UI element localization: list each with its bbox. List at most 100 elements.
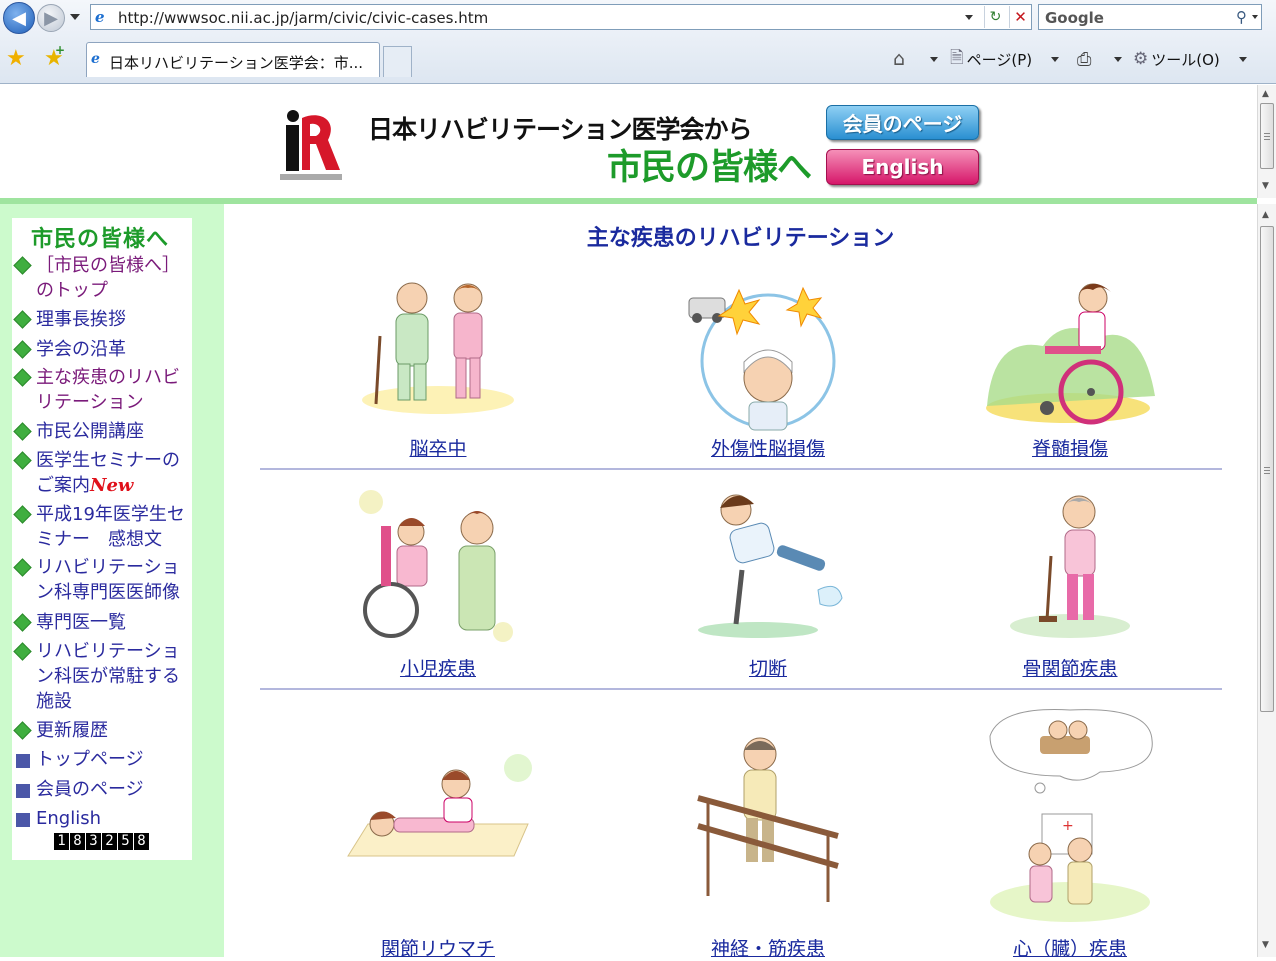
diamond-bullet-icon: [13, 368, 32, 387]
url-text[interactable]: http://wwwsoc.nii.ac.jp/jarm/civic/civic…: [118, 9, 488, 27]
search-dropdown-icon[interactable]: [1252, 15, 1258, 19]
sidebar-item-label[interactable]: 主な疾患のリハビリテーション: [36, 365, 190, 415]
address-bar[interactable]: e http://wwwsoc.nii.ac.jp/jarm/civic/civ…: [90, 4, 1032, 30]
square-bullet-icon: [16, 813, 30, 827]
tools-menu[interactable]: ⚙ ツール(O): [1133, 47, 1220, 71]
back-button[interactable]: ◀: [3, 2, 35, 34]
disease-link[interactable]: 切断: [618, 654, 918, 681]
scroll-down-icon[interactable]: ▼: [1262, 940, 1269, 950]
tools-dropdown-icon[interactable]: [1239, 57, 1247, 62]
sidebar-item-label[interactable]: 学会の沿革: [36, 337, 190, 362]
disease-cell-neuromuscular[interactable]: 神経・筋疾患: [618, 706, 918, 960]
history-dropdown-icon[interactable]: [70, 14, 80, 20]
sidebar-link-label[interactable]: トップページ: [36, 747, 190, 772]
gear-icon: ⚙: [1133, 49, 1149, 69]
row-divider: [260, 688, 1222, 690]
neuromuscular-illustration[interactable]: [688, 706, 848, 906]
sidebar: 市民の皆様へ ［市民の皆様へ］のトップ 理事長挨拶 学会の沿革 主な疾患のリハビ…: [0, 204, 224, 957]
sidebar-title: 市民の皆様へ: [31, 227, 170, 252]
add-favorites-icon[interactable]: ★ +: [44, 43, 65, 71]
sidebar-panel: 市民の皆様へ ［市民の皆様へ］のトップ 理事長挨拶 学会の沿革 主な疾患のリハビ…: [12, 218, 192, 860]
jarm-logo: [280, 110, 342, 180]
disease-cell-amputation[interactable]: 切断: [618, 486, 918, 686]
favorites-star-icon[interactable]: ★: [6, 46, 26, 71]
disease-cell-pediatric[interactable]: 小児疾患: [288, 486, 588, 686]
disease-link[interactable]: 骨関節疾患: [920, 654, 1220, 681]
amputation-illustration[interactable]: [688, 486, 848, 646]
disease-link[interactable]: 脊髄損傷: [920, 434, 1220, 461]
counter-digit: 8: [134, 833, 149, 850]
page-menu[interactable]: 🗎 ページ(P): [950, 47, 1032, 71]
disease-cell-spinal-cord[interactable]: 脊髄損傷: [920, 276, 1220, 466]
main-content: 主な疾患のリハビリテーション 脳卒中 外傷性脳損傷 脊髄損傷 小児疾患 切断 骨…: [224, 204, 1257, 960]
svg-text:+: +: [1062, 818, 1074, 834]
stop-icon[interactable]: ✕: [1009, 6, 1031, 28]
spinal-cord-injury-illustration[interactable]: [983, 276, 1158, 426]
sidebar-item-label[interactable]: 市民公開講座: [36, 419, 190, 444]
english-button[interactable]: English: [826, 149, 979, 185]
home-dropdown-icon[interactable]: [930, 57, 938, 62]
diamond-bullet-icon: [13, 558, 32, 577]
new-tab-button[interactable]: [383, 46, 412, 77]
back-arrow-icon: ◀: [12, 7, 26, 29]
scrollbar-thumb[interactable]: [1260, 103, 1274, 169]
sidebar-link-label[interactable]: 会員のページ: [36, 777, 190, 802]
address-dropdown-icon[interactable]: [965, 15, 973, 20]
disease-link[interactable]: 外傷性脳損傷: [618, 434, 918, 461]
rheumatoid-illustration[interactable]: [338, 706, 538, 906]
disease-link[interactable]: 脳卒中: [288, 434, 588, 461]
print-icon[interactable]: ⎙: [1077, 47, 1091, 71]
diamond-bullet-icon: [13, 721, 32, 740]
stroke-illustration[interactable]: [358, 276, 518, 416]
scroll-up-icon[interactable]: ▲: [1262, 89, 1269, 99]
pediatric-illustration[interactable]: [353, 486, 523, 646]
scroll-up-icon[interactable]: ▲: [1262, 210, 1269, 220]
page-icon: 🗎: [950, 47, 964, 68]
row-divider: [260, 468, 1222, 470]
diamond-bullet-icon: [13, 642, 32, 661]
sidebar-item-label[interactable]: 更新履歴: [36, 718, 190, 743]
disease-link[interactable]: 小児疾患: [288, 654, 588, 681]
page-title: 主な疾患のリハビリテーション: [586, 226, 895, 251]
disease-cell-bone-joint[interactable]: 骨関節疾患: [920, 486, 1220, 686]
scroll-down-icon[interactable]: ▼: [1262, 181, 1269, 191]
forward-button[interactable]: ▶: [37, 4, 65, 32]
disease-cell-stroke[interactable]: 脳卒中: [288, 276, 588, 466]
search-icon[interactable]: ⚲: [1236, 8, 1247, 26]
sidebar-item-label[interactable]: 平成19年医学生セミナー 感想文: [36, 502, 190, 552]
refresh-icon[interactable]: ↻: [984, 6, 1006, 28]
disease-cell-heart[interactable]: + 心（臓）疾患: [920, 706, 1220, 960]
header-scrollbar[interactable]: ▲ ▼: [1257, 85, 1276, 198]
disease-cell-rheumatoid[interactable]: 関節リウマチ: [288, 706, 588, 960]
sidebar-item-label[interactable]: 専門医一覧: [36, 610, 190, 635]
member-page-button[interactable]: 会員のページ: [826, 105, 979, 140]
home-icon[interactable]: ⌂: [893, 47, 917, 71]
bone-joint-illustration[interactable]: [995, 486, 1145, 646]
print-dropdown-icon[interactable]: [1114, 57, 1122, 62]
diamond-bullet-icon: [13, 422, 32, 441]
sidebar-item-label-wrap[interactable]: 医学生セミナーのご案内New: [36, 448, 190, 498]
brain-injury-illustration[interactable]: [683, 276, 853, 431]
disease-cell-brain-injury[interactable]: 外傷性脳損傷: [618, 276, 918, 466]
tab-current[interactable]: e 日本リハビリテーション医学会：市...: [86, 42, 380, 77]
page-dropdown-icon[interactable]: [1051, 57, 1059, 62]
square-bullet-icon: [16, 784, 30, 798]
search-input[interactable]: Google ⚲: [1038, 4, 1262, 30]
sidebar-item-label[interactable]: ［市民の皆様へ］のトップ: [36, 253, 190, 303]
sidebar-item-label[interactable]: リハビリテーション科医が常駐する施設: [36, 639, 190, 714]
diamond-bullet-icon: [13, 613, 32, 632]
main-scrollbar[interactable]: ▲ ▼: [1257, 204, 1276, 957]
sidebar-item-label[interactable]: リハビリテーション科専門医医師像: [36, 555, 190, 605]
diamond-bullet-icon: [13, 451, 32, 470]
scrollbar-thumb[interactable]: [1260, 226, 1274, 712]
tools-menu-label: ツール(O): [1151, 50, 1220, 69]
sidebar-item-label[interactable]: 理事長挨拶: [36, 307, 190, 332]
new-badge: New: [90, 475, 134, 496]
heart-disease-illustration[interactable]: +: [980, 706, 1160, 926]
header-line2: 市民の皆様へ: [607, 148, 812, 188]
search-placeholder: Google: [1045, 9, 1104, 27]
counter-digit: 8: [70, 833, 85, 850]
tab-title: 日本リハビリテーション医学会：市...: [109, 54, 364, 72]
forward-arrow-icon: ▶: [44, 7, 58, 29]
sidebar-link-label[interactable]: English: [36, 806, 190, 831]
